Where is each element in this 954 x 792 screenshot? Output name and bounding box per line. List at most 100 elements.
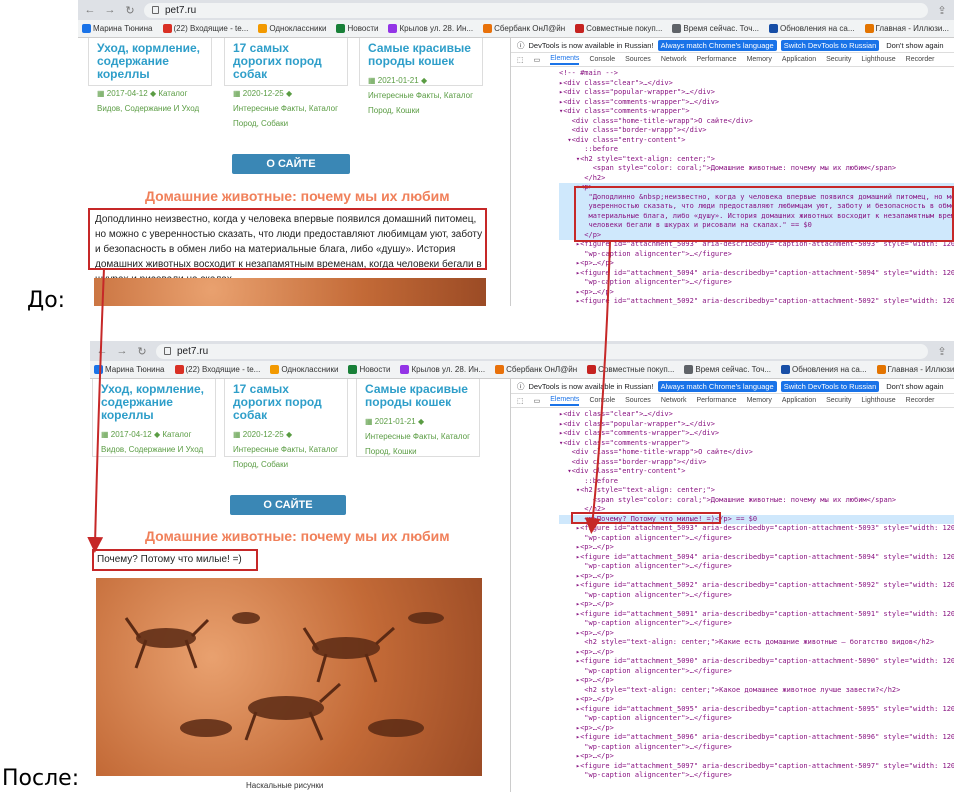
card-tags[interactable]: Интересные Факты, Каталог Пород, Кошки: [365, 432, 470, 456]
switch-russian-button[interactable]: Switch DevTools to Russian: [780, 380, 880, 392]
tab-console[interactable]: Console: [589, 56, 615, 63]
dom-node-line[interactable]: ▸<figure id="attachment_5092" aria-descr…: [559, 581, 954, 591]
dom-node-line[interactable]: ▸<p>…</p>: [559, 648, 954, 658]
tab-sources[interactable]: Sources: [625, 397, 651, 404]
dom-node-line[interactable]: "wp-caption aligncenter">…</figure>: [559, 250, 954, 260]
bookmark-item[interactable]: Сбербанк ОнЛ@йн: [483, 24, 565, 34]
tab-network[interactable]: Network: [661, 56, 687, 63]
dom-node-line[interactable]: <span style="color: coral;">Домашние жив…: [559, 164, 954, 174]
dom-node-line[interactable]: ▸<div class="popular-wrapper">…</div>: [559, 420, 954, 430]
tab-memory[interactable]: Memory: [747, 397, 772, 404]
post-card[interactable]: Самые красивые породы кошек ▦ 2021-01-21…: [356, 379, 480, 457]
tab-memory[interactable]: Memory: [747, 56, 772, 63]
dom-node-line[interactable]: ▸<p>…</p>: [559, 676, 954, 686]
dom-node-line[interactable]: <!-- #main -->: [559, 69, 954, 79]
dom-node-line[interactable]: ▸<figure id="attachment_5093" aria-descr…: [559, 524, 954, 534]
tab-recorder[interactable]: Recorder: [906, 397, 935, 404]
dom-node-line[interactable]: <h2 style="text-align: center;">Какие ес…: [559, 638, 954, 648]
address-bar[interactable]: pet7.ru: [144, 2, 928, 18]
dom-node-line[interactable]: <h2 style="text-align: center;">Какое до…: [559, 686, 954, 696]
device-icon[interactable]: ▭: [534, 56, 541, 64]
inspect-icon[interactable]: ⬚: [517, 56, 524, 64]
dom-node-line[interactable]: ▸<div class="comments-wrapper">…</div>: [559, 429, 954, 439]
dom-node-line[interactable]: "wp-caption aligncenter">…</figure>: [559, 743, 954, 753]
dom-node-line[interactable]: ▸<p>…</p>: [559, 259, 954, 269]
dom-node-line[interactable]: ▸<p>…</p>: [559, 695, 954, 705]
dom-node-line[interactable]: <span style="color: coral;">Домашние жив…: [559, 496, 954, 506]
dom-node-line[interactable]: <div class="border-wrapp"></div>: [559, 458, 954, 468]
dom-node-line[interactable]: ▸<figure id="attachment_5090" aria-descr…: [559, 657, 954, 667]
share-icon[interactable]: ⇪: [936, 4, 948, 17]
dom-node-line[interactable]: ▸<div class="popular-wrapper">…</div>: [559, 88, 954, 98]
card-title[interactable]: 17 самых дорогих пород собак: [233, 42, 339, 81]
dom-node-line[interactable]: ▾<div class="comments-wrapper">: [559, 107, 954, 117]
bookmark-item[interactable]: Время сейчас. Точ...: [684, 365, 771, 375]
back-icon[interactable]: ←: [84, 4, 96, 16]
card-title[interactable]: 17 самых дорогих пород собак: [233, 383, 339, 422]
card-title[interactable]: Самые красивые породы кошек: [365, 383, 471, 409]
dom-node-line[interactable]: "wp-caption aligncenter">…</figure>: [559, 619, 954, 629]
tab-performance[interactable]: Performance: [697, 56, 737, 63]
dom-node-line[interactable]: "wp-caption aligncenter">…</figure>: [559, 278, 954, 288]
share-icon[interactable]: ⇪: [936, 345, 948, 358]
bookmark-item[interactable]: Главная - Иллюзи...: [864, 24, 949, 34]
card-tags[interactable]: Интересные Факты, Каталог Пород, Кошки: [368, 91, 473, 115]
post-card[interactable]: Самые красивые породы кошек ▦ 2021-01-21…: [359, 38, 483, 115]
tab-elements[interactable]: Elements: [550, 396, 580, 406]
dom-node-line[interactable]: ::before: [559, 477, 954, 487]
bookmark-item[interactable]: Крылов ул. 28. Ин...: [400, 365, 485, 375]
bookmark-item[interactable]: (22) Входящие - te...: [162, 24, 248, 34]
dom-node-line[interactable]: <div class="border-wrapp"></div>: [559, 126, 954, 136]
device-icon[interactable]: ▭: [534, 397, 541, 405]
dom-node-line[interactable]: ▸<figure id="attachment_5094" aria-descr…: [559, 269, 954, 279]
dom-node-line[interactable]: ▸<p>…</p>: [559, 629, 954, 639]
bookmark-item[interactable]: Обновления на са...: [781, 365, 867, 375]
bookmark-item[interactable]: Новости: [336, 24, 378, 34]
dom-node-line[interactable]: ▸<p>…</p>: [559, 600, 954, 610]
reload-icon[interactable]: ↻: [136, 345, 148, 358]
dom-node-line[interactable]: ▸<p>…</p>: [559, 752, 954, 762]
tab-performance[interactable]: Performance: [697, 397, 737, 404]
card-title[interactable]: Уход, кормление, содержание кореллы: [97, 42, 203, 81]
dom-node-line[interactable]: ▾<div class="entry-content">: [559, 467, 954, 477]
dom-node-line[interactable]: ▸<figure id="attachment_5097" aria-descr…: [559, 762, 954, 772]
about-button[interactable]: О САЙТЕ: [232, 154, 350, 174]
dom-node-line[interactable]: ▸<div class="comments-wrapper">…</div>: [559, 98, 954, 108]
bookmark-item[interactable]: Крылов ул. 28. Ин...: [388, 24, 473, 34]
dom-node-line[interactable]: ▸<p>…</p>: [559, 543, 954, 553]
reload-icon[interactable]: ↻: [124, 4, 136, 17]
dom-node-line[interactable]: "wp-caption aligncenter">…</figure>: [559, 714, 954, 724]
about-button[interactable]: О САЙТЕ: [230, 495, 346, 515]
dont-show-button[interactable]: Don't show again: [883, 380, 947, 392]
dom-node-line[interactable]: <div class="home-title-wrapp">О сайте</d…: [559, 117, 954, 127]
bookmark-item[interactable]: Обновления на са...: [769, 24, 855, 34]
bookmark-item[interactable]: Совместные покуп...: [575, 24, 662, 34]
dom-node-line[interactable]: ▸<div class="clear">…</div>: [559, 410, 954, 420]
tab-sources[interactable]: Sources: [625, 56, 651, 63]
dom-node-line[interactable]: </h2>: [559, 174, 954, 184]
bookmark-item[interactable]: Сбербанк ОнЛ@йн: [495, 365, 577, 375]
card-title[interactable]: Уход, кормление, содержание кореллы: [101, 383, 207, 422]
dom-node-line[interactable]: "wp-caption aligncenter">…</figure>: [559, 591, 954, 601]
dom-node-line[interactable]: ▸<p>…</p>: [559, 572, 954, 582]
bookmark-item[interactable]: Одноклассники: [270, 365, 338, 375]
card-tags[interactable]: Интересные Факты, Каталог Пород, Собаки: [233, 445, 338, 469]
dom-node-line[interactable]: ▾<div class="comments-wrapper">: [559, 439, 954, 449]
post-card[interactable]: 17 самых дорогих пород собак ▦ 2020-12-2…: [224, 38, 348, 128]
tab-lighthouse[interactable]: Lighthouse: [861, 397, 895, 404]
tab-elements[interactable]: Elements: [550, 55, 580, 65]
tab-console[interactable]: Console: [589, 397, 615, 404]
bookmark-item[interactable]: Главная - Иллюзи...: [876, 365, 954, 375]
tab-lighthouse[interactable]: Lighthouse: [861, 56, 895, 63]
bookmark-item[interactable]: Марина Тюнина: [82, 24, 153, 34]
dom-node-line[interactable]: ▸<p>…</p>: [559, 288, 954, 298]
post-card[interactable]: 17 самых дорогих пород собак ▦ 2020-12-2…: [224, 379, 348, 469]
card-title[interactable]: Самые красивые породы кошек: [368, 42, 474, 68]
bookmark-item[interactable]: Время сейчас. Точ...: [672, 24, 759, 34]
bookmark-item[interactable]: (22) Входящие - te...: [174, 365, 260, 375]
switch-russian-button[interactable]: Switch DevTools to Russian: [780, 39, 880, 51]
match-language-button[interactable]: Always match Chrome's language: [657, 380, 777, 392]
tab-security[interactable]: Security: [826, 56, 851, 63]
dom-node-line[interactable]: "wp-caption aligncenter">…</figure>: [559, 667, 954, 677]
tab-security[interactable]: Security: [826, 397, 851, 404]
